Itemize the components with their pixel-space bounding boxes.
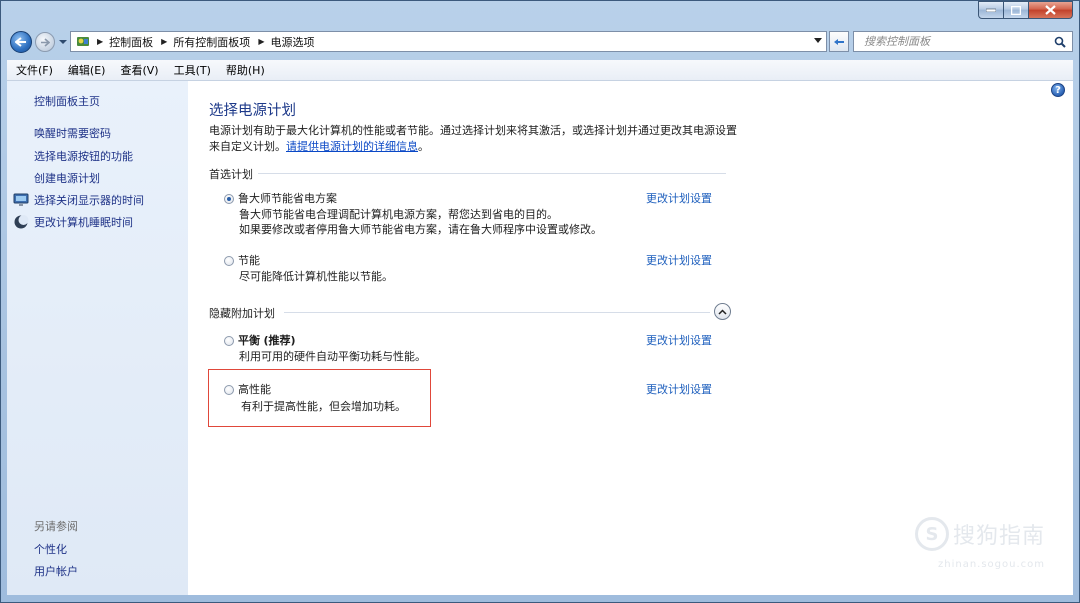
sidebar-item-create-plan[interactable]: 创建电源计划 bbox=[34, 170, 100, 186]
menu-view[interactable]: 查看(V) bbox=[111, 62, 164, 78]
sidebar-control-panel-home[interactable]: 控制面板主页 bbox=[34, 93, 100, 109]
menu-edit[interactable]: 编辑(E) bbox=[59, 62, 112, 78]
minimize-icon bbox=[986, 8, 996, 12]
plan-desc-line: 鲁大师节能省电合理调配计算机电源方案，帮您达到省电的目的。 bbox=[239, 208, 558, 221]
caption-buttons bbox=[978, 1, 1073, 19]
page-description: 电源计划有助于最大化计算机的性能或者节能。通过选择计划来将其激活，或选择计划并通… bbox=[209, 123, 749, 155]
plan-name-high-performance[interactable]: 高性能 bbox=[238, 381, 271, 397]
plan-radio-power-saver[interactable] bbox=[224, 256, 234, 266]
change-plan-settings-link[interactable]: 更改计划设置 bbox=[646, 332, 712, 348]
address-bar[interactable]: ▶ 控制面板 ▶ 所有控制面板项 ▶ 电源选项 bbox=[70, 31, 827, 52]
change-plan-settings-link[interactable]: 更改计划设置 bbox=[646, 252, 712, 268]
plan-recommended-tag: (推荐) bbox=[263, 334, 296, 347]
content-area: 控制面板主页 唤醒时需要密码 选择电源按钮的功能 创建电源计划 选择关闭显示器的… bbox=[7, 81, 1073, 595]
hidden-plans-heading: 隐藏附加计划 bbox=[209, 307, 275, 320]
divider bbox=[284, 312, 710, 313]
plan-desc-balanced: 利用可用的硬件自动平衡功耗与性能。 bbox=[239, 350, 426, 363]
breadcrumb-separator-icon: ▶ bbox=[97, 37, 104, 46]
watermark-url: zhinan.sogou.com bbox=[937, 559, 1045, 570]
menu-help[interactable]: 帮助(H) bbox=[217, 62, 271, 78]
divider bbox=[258, 173, 726, 174]
refresh-icon bbox=[834, 38, 844, 45]
moon-icon bbox=[14, 215, 29, 229]
search-input[interactable] bbox=[862, 34, 1056, 49]
control-panel-icon bbox=[77, 36, 89, 46]
breadcrumb-all-items[interactable]: 所有控制面板项 bbox=[173, 34, 250, 50]
description-line-2: 来自定义计划。 bbox=[209, 140, 286, 153]
forward-button[interactable] bbox=[35, 32, 55, 52]
plan-desc-power-saver: 尽可能降低计算机性能以节能。 bbox=[239, 270, 393, 283]
maximize-button[interactable] bbox=[1004, 1, 1029, 19]
minimize-button[interactable] bbox=[978, 1, 1004, 19]
plan-details-link[interactable]: 请提供电源计划的详细信息 bbox=[286, 140, 418, 153]
watermark-logo: S bbox=[914, 517, 949, 551]
close-button[interactable] bbox=[1029, 1, 1073, 19]
recent-pages-dropdown-icon[interactable] bbox=[58, 37, 68, 47]
main-panel: ? 选择电源计划 电源计划有助于最大化计算机的性能或者节能。通过选择计划来将其激… bbox=[188, 81, 1073, 595]
breadcrumb-power-options[interactable]: 电源选项 bbox=[270, 34, 314, 50]
close-icon bbox=[1045, 5, 1056, 15]
plan-desc-high-performance: 有利于提高性能，但会增加功耗。 bbox=[241, 400, 406, 413]
menu-bar: 文件(F) 编辑(E) 查看(V) 工具(T) 帮助(H) bbox=[7, 60, 1073, 81]
search-icon[interactable] bbox=[1054, 36, 1066, 48]
menu-file[interactable]: 文件(F) bbox=[7, 62, 59, 78]
plan-name-balanced[interactable]: 平衡 (推荐) bbox=[238, 332, 296, 348]
breadcrumb-separator-icon[interactable]: ▶ bbox=[161, 37, 167, 46]
sidebar-item-power-buttons[interactable]: 选择电源按钮的功能 bbox=[34, 148, 133, 164]
watermark: S 搜狗指南 bbox=[914, 517, 1045, 551]
page-title: 选择电源计划 bbox=[209, 103, 296, 119]
plan-radio-ludashi[interactable] bbox=[224, 194, 234, 204]
plan-name-power-saver[interactable]: 节能 bbox=[238, 252, 260, 268]
watermark-text: 搜狗指南 bbox=[952, 524, 1045, 549]
sidebar-item-display-off-time[interactable]: 选择关闭显示器的时间 bbox=[34, 192, 144, 208]
see-also-user-accounts[interactable]: 用户帐户 bbox=[34, 563, 78, 579]
highlight-annotation-box bbox=[208, 369, 431, 427]
sidebar-item-sleep-time[interactable]: 更改计算机睡眠时间 bbox=[34, 214, 133, 230]
plan-name-ludashi[interactable]: 鲁大师节能省电方案 bbox=[238, 190, 337, 206]
search-box[interactable] bbox=[853, 31, 1073, 52]
plan-desc-line: 如果要修改或者停用鲁大师节能省电方案，请在鲁大师程序中设置或修改。 bbox=[239, 223, 602, 236]
menu-tools[interactable]: 工具(T) bbox=[165, 62, 217, 78]
title-bar bbox=[1, 1, 1079, 27]
change-plan-settings-link[interactable]: 更改计划设置 bbox=[646, 190, 712, 206]
refresh-button[interactable] bbox=[829, 31, 849, 52]
plan-radio-high-performance[interactable] bbox=[224, 385, 234, 395]
plan-name-balanced-text: 平衡 bbox=[238, 334, 260, 347]
description-end: 。 bbox=[418, 140, 429, 153]
change-plan-settings-link[interactable]: 更改计划设置 bbox=[646, 381, 712, 397]
address-dropdown-icon[interactable] bbox=[814, 38, 822, 44]
arrow-right-icon bbox=[41, 37, 50, 47]
preferred-plans-heading: 首选计划 bbox=[209, 168, 253, 181]
back-button[interactable] bbox=[10, 31, 32, 53]
plan-radio-balanced[interactable] bbox=[224, 336, 234, 346]
chevron-up-icon bbox=[718, 308, 727, 315]
see-also-heading: 另请参阅 bbox=[34, 520, 78, 533]
address-row: ▶ 控制面板 ▶ 所有控制面板项 ▶ 电源选项 bbox=[1, 29, 1079, 55]
help-icon[interactable]: ? bbox=[1051, 83, 1065, 97]
arrow-left-icon bbox=[15, 37, 26, 47]
monitor-icon bbox=[13, 193, 29, 206]
breadcrumb-control-panel[interactable]: 控制面板 bbox=[109, 34, 153, 50]
collapse-hidden-plans-button[interactable] bbox=[714, 303, 731, 320]
see-also-personalization[interactable]: 个性化 bbox=[34, 541, 67, 557]
description-line-1: 电源计划有助于最大化计算机的性能或者节能。通过选择计划来将其激活，或选择计划并通… bbox=[209, 124, 737, 137]
plan-desc-ludashi: 鲁大师节能省电合理调配计算机电源方案，帮您达到省电的目的。 如果要修改或者停用鲁… bbox=[239, 207, 602, 237]
breadcrumb-separator-icon[interactable]: ▶ bbox=[258, 37, 264, 46]
control-panel-window: ▶ 控制面板 ▶ 所有控制面板项 ▶ 电源选项 文件(F) 编辑(E) 查看(V… bbox=[0, 0, 1080, 603]
maximize-icon bbox=[1011, 5, 1021, 15]
sidebar: 控制面板主页 唤醒时需要密码 选择电源按钮的功能 创建电源计划 选择关闭显示器的… bbox=[7, 81, 188, 595]
sidebar-item-require-password[interactable]: 唤醒时需要密码 bbox=[34, 125, 111, 141]
